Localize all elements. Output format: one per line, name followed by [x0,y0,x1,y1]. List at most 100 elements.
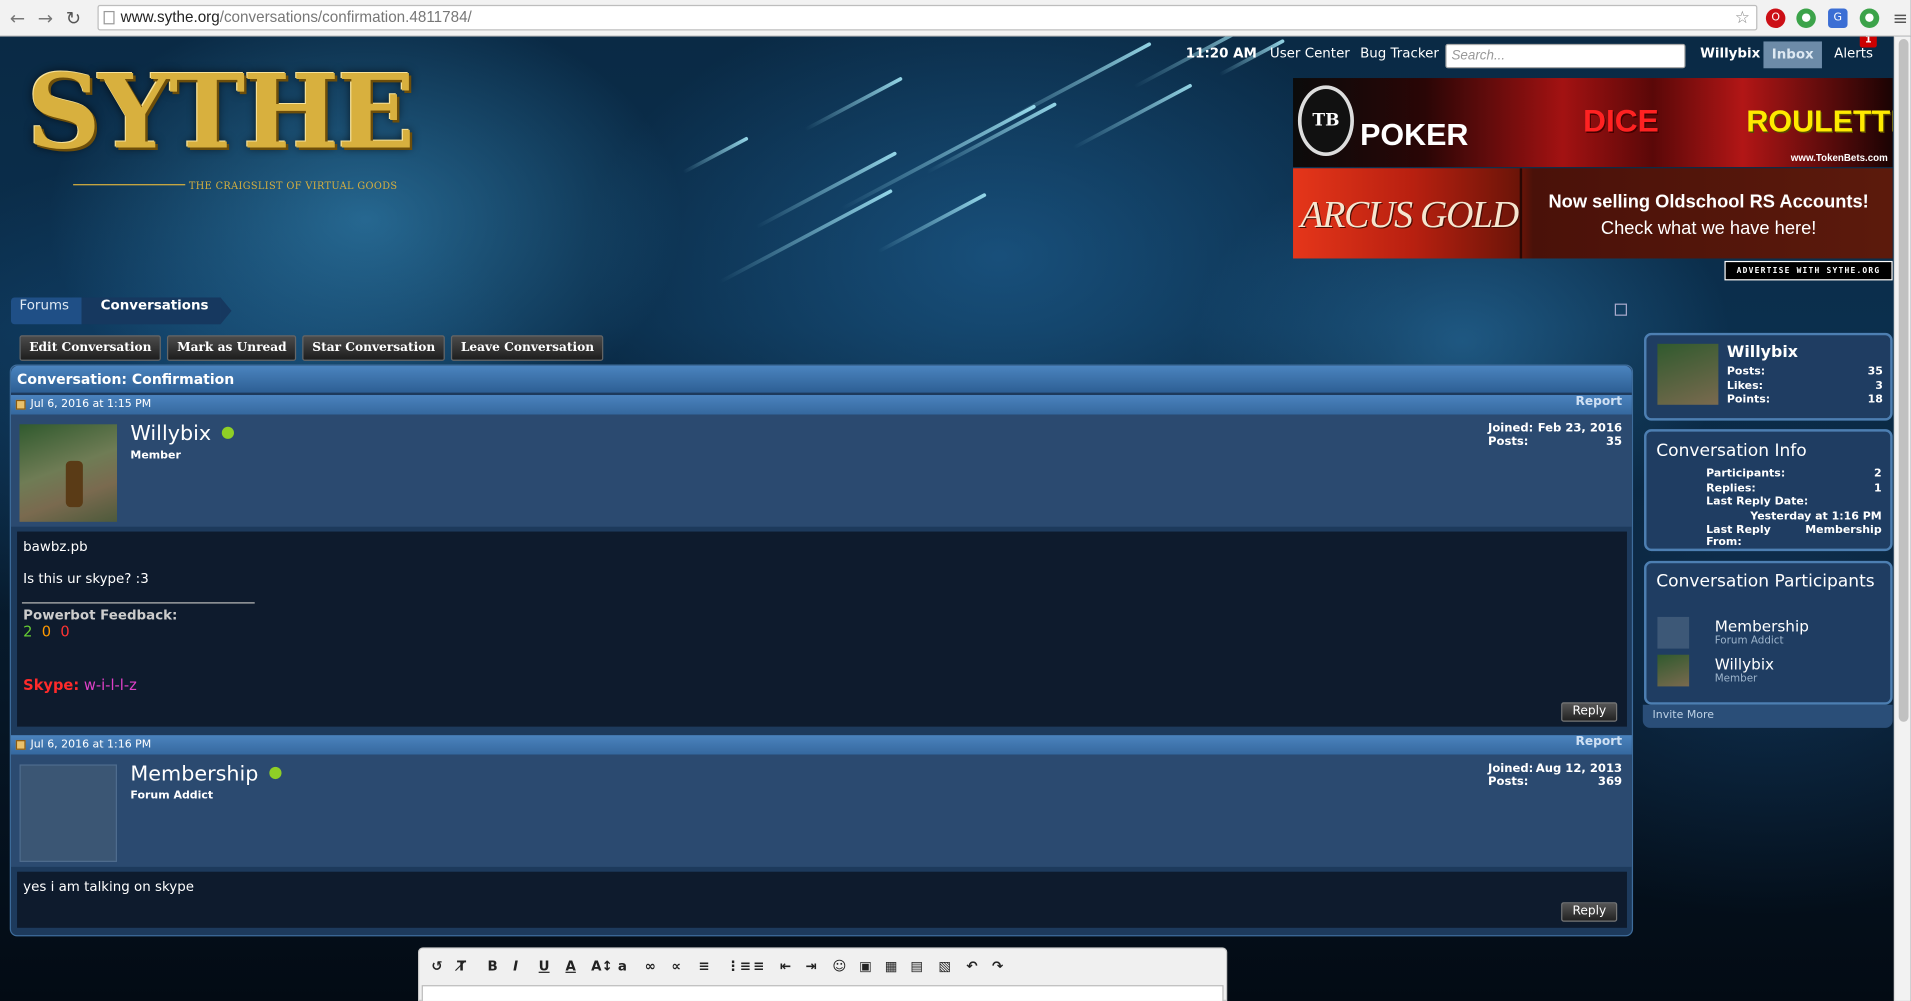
page-scrollbar[interactable] [1893,36,1911,1001]
username-link[interactable]: Willybix [1700,45,1760,61]
message-icon [15,740,26,750]
user-center-link[interactable]: User Center [1270,45,1350,61]
reload-icon[interactable]: ↻ [66,7,81,29]
opera-icon[interactable]: O [1765,8,1786,29]
address-bar[interactable]: www.sythe.org/conversations/confirmation… [97,4,1758,31]
avatar[interactable] [1657,343,1719,405]
online-indicator-icon [222,426,235,439]
participants-title: Conversation Participants [1656,571,1875,592]
feedback-scores: 2 0 0 [23,623,70,641]
signature-divider [21,602,255,604]
code-icon[interactable]: ▤ [910,958,923,974]
conversation-info-stats: Participants: 2 Replies: 1 Last Reply Date… [1706,468,1882,549]
avatar [1657,616,1690,649]
conversation-info-box: Conversation Info Participants: 2 Replies… [1644,429,1893,552]
breadcrumb-conversations[interactable]: Conversations [81,297,233,325]
arcus-gold-banner[interactable]: ARCUS GOLD Now selling Oldschool RS Acco… [1293,168,1893,259]
conversation-info-title: Conversation Info [1656,441,1807,461]
message-icon [15,399,26,410]
invite-more-link[interactable]: Invite More [1642,704,1893,728]
tokenbets-banner[interactable]: TB POKER DICE ROULETTE www.TokenBets.com [1293,78,1893,168]
alert-count-badge: 1 [1859,36,1877,48]
author-stats: Joined: Feb 23, 2016 Posts: 35 [1488,421,1623,449]
unlink-icon[interactable]: ∝ [672,958,682,974]
message-line: Is this ur skype? :3 [23,570,149,587]
site-tagline: THE CRAIGSLIST OF VIRTUAL GOODS [188,180,398,192]
author-stats: Joined: Aug 12, 2013 Posts: 369 [1488,762,1623,789]
star-conversation-button[interactable]: Star Conversation [302,335,445,361]
font-color-icon[interactable]: A [565,958,575,974]
message-line: yes i am talking on skype [23,879,194,895]
underline-icon[interactable]: U [539,958,550,974]
message-header: Jul 6, 2016 at 1:15 PM Report [10,395,1632,415]
conversation-participants-box: Conversation Participants Membership For… [1644,560,1893,705]
bullet-list-icon[interactable]: ⋮≡ [726,958,751,974]
numbered-list-icon[interactable]: ≡ [753,958,764,974]
reply-button[interactable]: Reply [1561,702,1618,722]
participant-item[interactable]: Membership Forum Addict [1657,616,1882,649]
star-icon[interactable]: ☆ [1735,6,1750,29]
avatar [1657,654,1690,687]
save-draft-icon[interactable]: ▧ [938,958,951,974]
logo-rule [73,184,186,186]
url-path: /conversations/confirmation.4811784/ [219,8,472,26]
translate-icon[interactable]: G [1828,8,1848,29]
site-logo[interactable]: SYTHE [27,51,415,172]
reply-button[interactable]: Reply [1561,902,1618,922]
sidebar-username[interactable]: Willybix [1727,344,1798,362]
sidebar-user-box: Willybix Posts: 35 Likes: 3 Points: 18 [1644,332,1893,421]
arrow-right-icon[interactable]: → [38,7,53,29]
leave-conversation-button[interactable]: Leave Conversation [451,335,604,361]
bold-icon[interactable]: B [487,958,497,974]
reply-editor: ↺ T̸ B I U A A↕ a ∞ ∝ ≡ ⋮≡ ≡ ⇤ ⇥ ☺ ▣ ▦ ▤… [418,947,1228,1001]
feedback-label: Powerbot Feedback: [23,607,178,624]
font-size-icon[interactable]: A↕ [591,958,613,974]
tokenbets-logo: TB [1297,85,1354,157]
message-content: bawbz.pb Is this ur skype? :3 Powerbot F… [17,531,1627,727]
mark-unread-button[interactable]: Mark as Unread [167,335,297,361]
image-icon[interactable]: ▣ [859,958,872,974]
italic-icon[interactable]: I [513,958,518,974]
participant-item[interactable]: Willybix Member [1657,654,1882,687]
arrow-left-icon[interactable]: ← [10,7,25,29]
conversation-actions: Edit Conversation Mark as Unread Star Co… [19,335,604,361]
author-name[interactable]: Willybix [130,422,235,446]
extension-icon[interactable]: ● [1796,8,1816,29]
author-name[interactable]: Membership [130,762,282,786]
outdent-icon[interactable]: ⇤ [780,958,791,974]
link-icon[interactable]: ∞ [645,958,656,974]
font-family-icon[interactable]: a [618,958,627,974]
reply-textarea[interactable] [421,985,1224,1001]
popup-icon[interactable] [1614,303,1627,316]
extension-icon[interactable]: ● [1859,8,1880,29]
align-icon[interactable]: ≡ [698,958,709,974]
breadcrumb-forums[interactable]: Forums [10,297,92,325]
inbox-tab[interactable]: Inbox [1763,41,1822,69]
avatar[interactable] [19,424,117,522]
author-role: Member [130,449,181,463]
edit-conversation-button[interactable]: Edit Conversation [19,335,162,361]
site-background: SYTHE THE CRAIGSLIST OF VIRTUAL GOODS 11… [0,36,1911,1001]
skype-signature: Skype: w-i-l-l-z [23,676,137,694]
format-icon[interactable]: ↺ [431,958,442,974]
undo-icon[interactable]: ↶ [966,958,977,974]
search-input[interactable]: Search... [1445,43,1686,69]
redo-icon[interactable]: ↷ [992,958,1003,974]
arcus-headline: Now selling Oldschool RS Accounts! [1548,191,1869,213]
remove-format-icon[interactable]: T̸ [457,958,466,974]
report-link[interactable]: Report [1575,735,1622,748]
smiley-icon[interactable]: ☺ [832,958,846,974]
page-icon [103,10,115,25]
indent-icon[interactable]: ⇥ [806,958,817,974]
report-link[interactable]: Report [1575,395,1622,408]
message-userinfo: Membership Forum Addict Joined: Aug 12, 2… [10,754,1632,867]
advertise-button[interactable]: ADVERTISE WITH SYTHE.ORG [1724,260,1893,281]
menu-icon[interactable]: ≡ [1893,7,1908,29]
avatar[interactable] [19,764,117,862]
media-icon[interactable]: ▦ [885,958,898,974]
ad-dice: DICE [1583,102,1659,139]
message-date: Jul 6, 2016 at 1:15 PM [30,398,152,411]
bug-tracker-link[interactable]: Bug Tracker [1360,45,1439,61]
scrollbar-thumb[interactable] [1898,39,1909,722]
message-date: Jul 6, 2016 at 1:16 PM [30,738,152,752]
